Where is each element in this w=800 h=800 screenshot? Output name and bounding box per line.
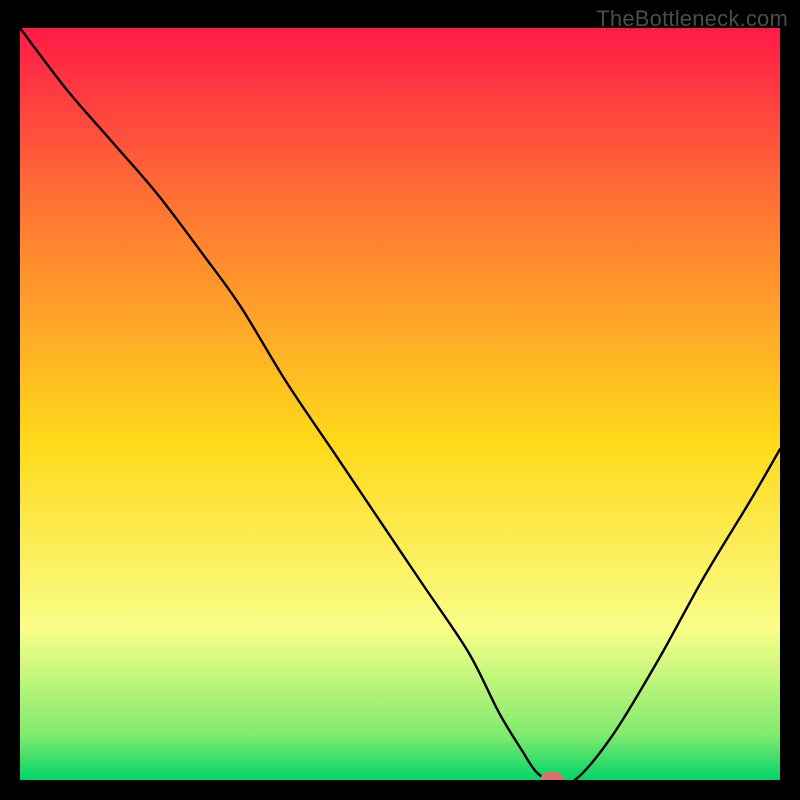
plot-area (20, 28, 780, 780)
chart-svg (20, 28, 780, 780)
watermark-text: TheBottleneck.com (596, 6, 788, 32)
chart-frame: TheBottleneck.com (0, 0, 800, 800)
gradient-background (20, 28, 780, 780)
optimal-marker (541, 772, 563, 780)
